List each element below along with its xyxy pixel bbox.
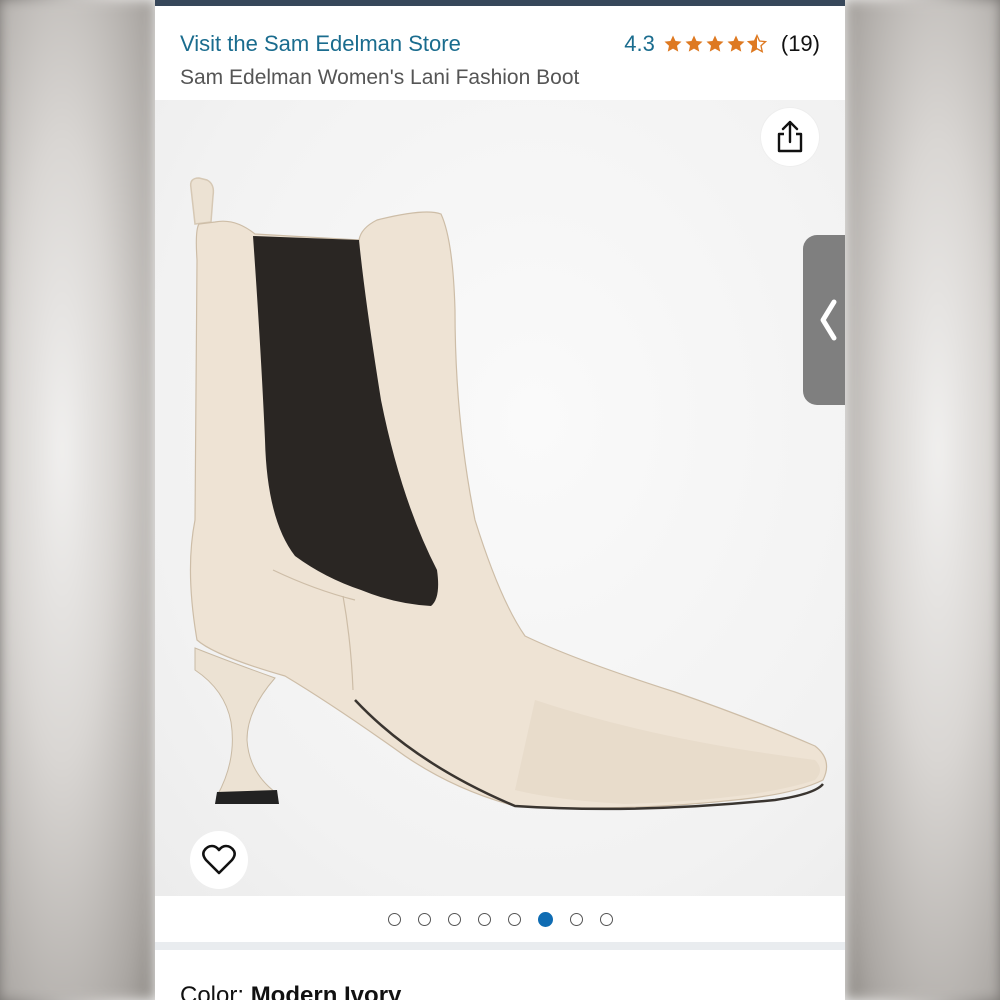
store-link[interactable]: Visit the Sam Edelman Store — [180, 31, 461, 57]
rating-count: (19) — [780, 31, 820, 56]
rating-value: 4.3 — [624, 31, 655, 56]
background-blur-left — [0, 0, 155, 1000]
star-icon — [685, 35, 703, 52]
pagination-dot-active[interactable] — [537, 911, 553, 927]
pagination-dot[interactable] — [507, 912, 521, 926]
product-title: Sam Edelman Women's Lani Fashion Boot — [180, 66, 580, 89]
top-bar — [155, 0, 845, 6]
pagination-dot[interactable] — [417, 912, 431, 926]
pagination-dot[interactable] — [387, 912, 401, 926]
side-panel-tab[interactable] — [803, 235, 845, 405]
image-pagination — [155, 896, 845, 942]
chevron-left-icon — [820, 299, 837, 341]
star-icon — [706, 35, 724, 52]
heart-icon — [202, 844, 236, 875]
pagination-dot[interactable] — [447, 912, 461, 926]
pagination-dot[interactable] — [569, 912, 583, 926]
pagination-dot[interactable] — [477, 912, 491, 926]
color-label: Color: — [180, 982, 251, 1000]
star-rating — [663, 34, 767, 54]
product-page: Visit the Sam Edelman Store 4.3 (19) Sam… — [155, 0, 845, 1000]
boot-image — [189, 177, 828, 811]
favorite-button[interactable] — [190, 831, 248, 889]
rating-summary[interactable]: 4.3 (19) — [624, 31, 820, 57]
color-selection: Color: Modern Ivory — [180, 982, 401, 1000]
section-divider — [155, 942, 845, 950]
pagination-dot[interactable] — [599, 912, 613, 926]
star-icon — [664, 35, 682, 52]
product-image[interactable] — [155, 100, 845, 896]
color-value: Modern Ivory — [250, 982, 402, 1000]
background-blur-right — [845, 0, 1000, 1000]
star-half-icon — [746, 34, 767, 53]
star-icon — [727, 35, 745, 52]
share-icon — [777, 120, 803, 153]
share-button[interactable] — [761, 108, 819, 166]
